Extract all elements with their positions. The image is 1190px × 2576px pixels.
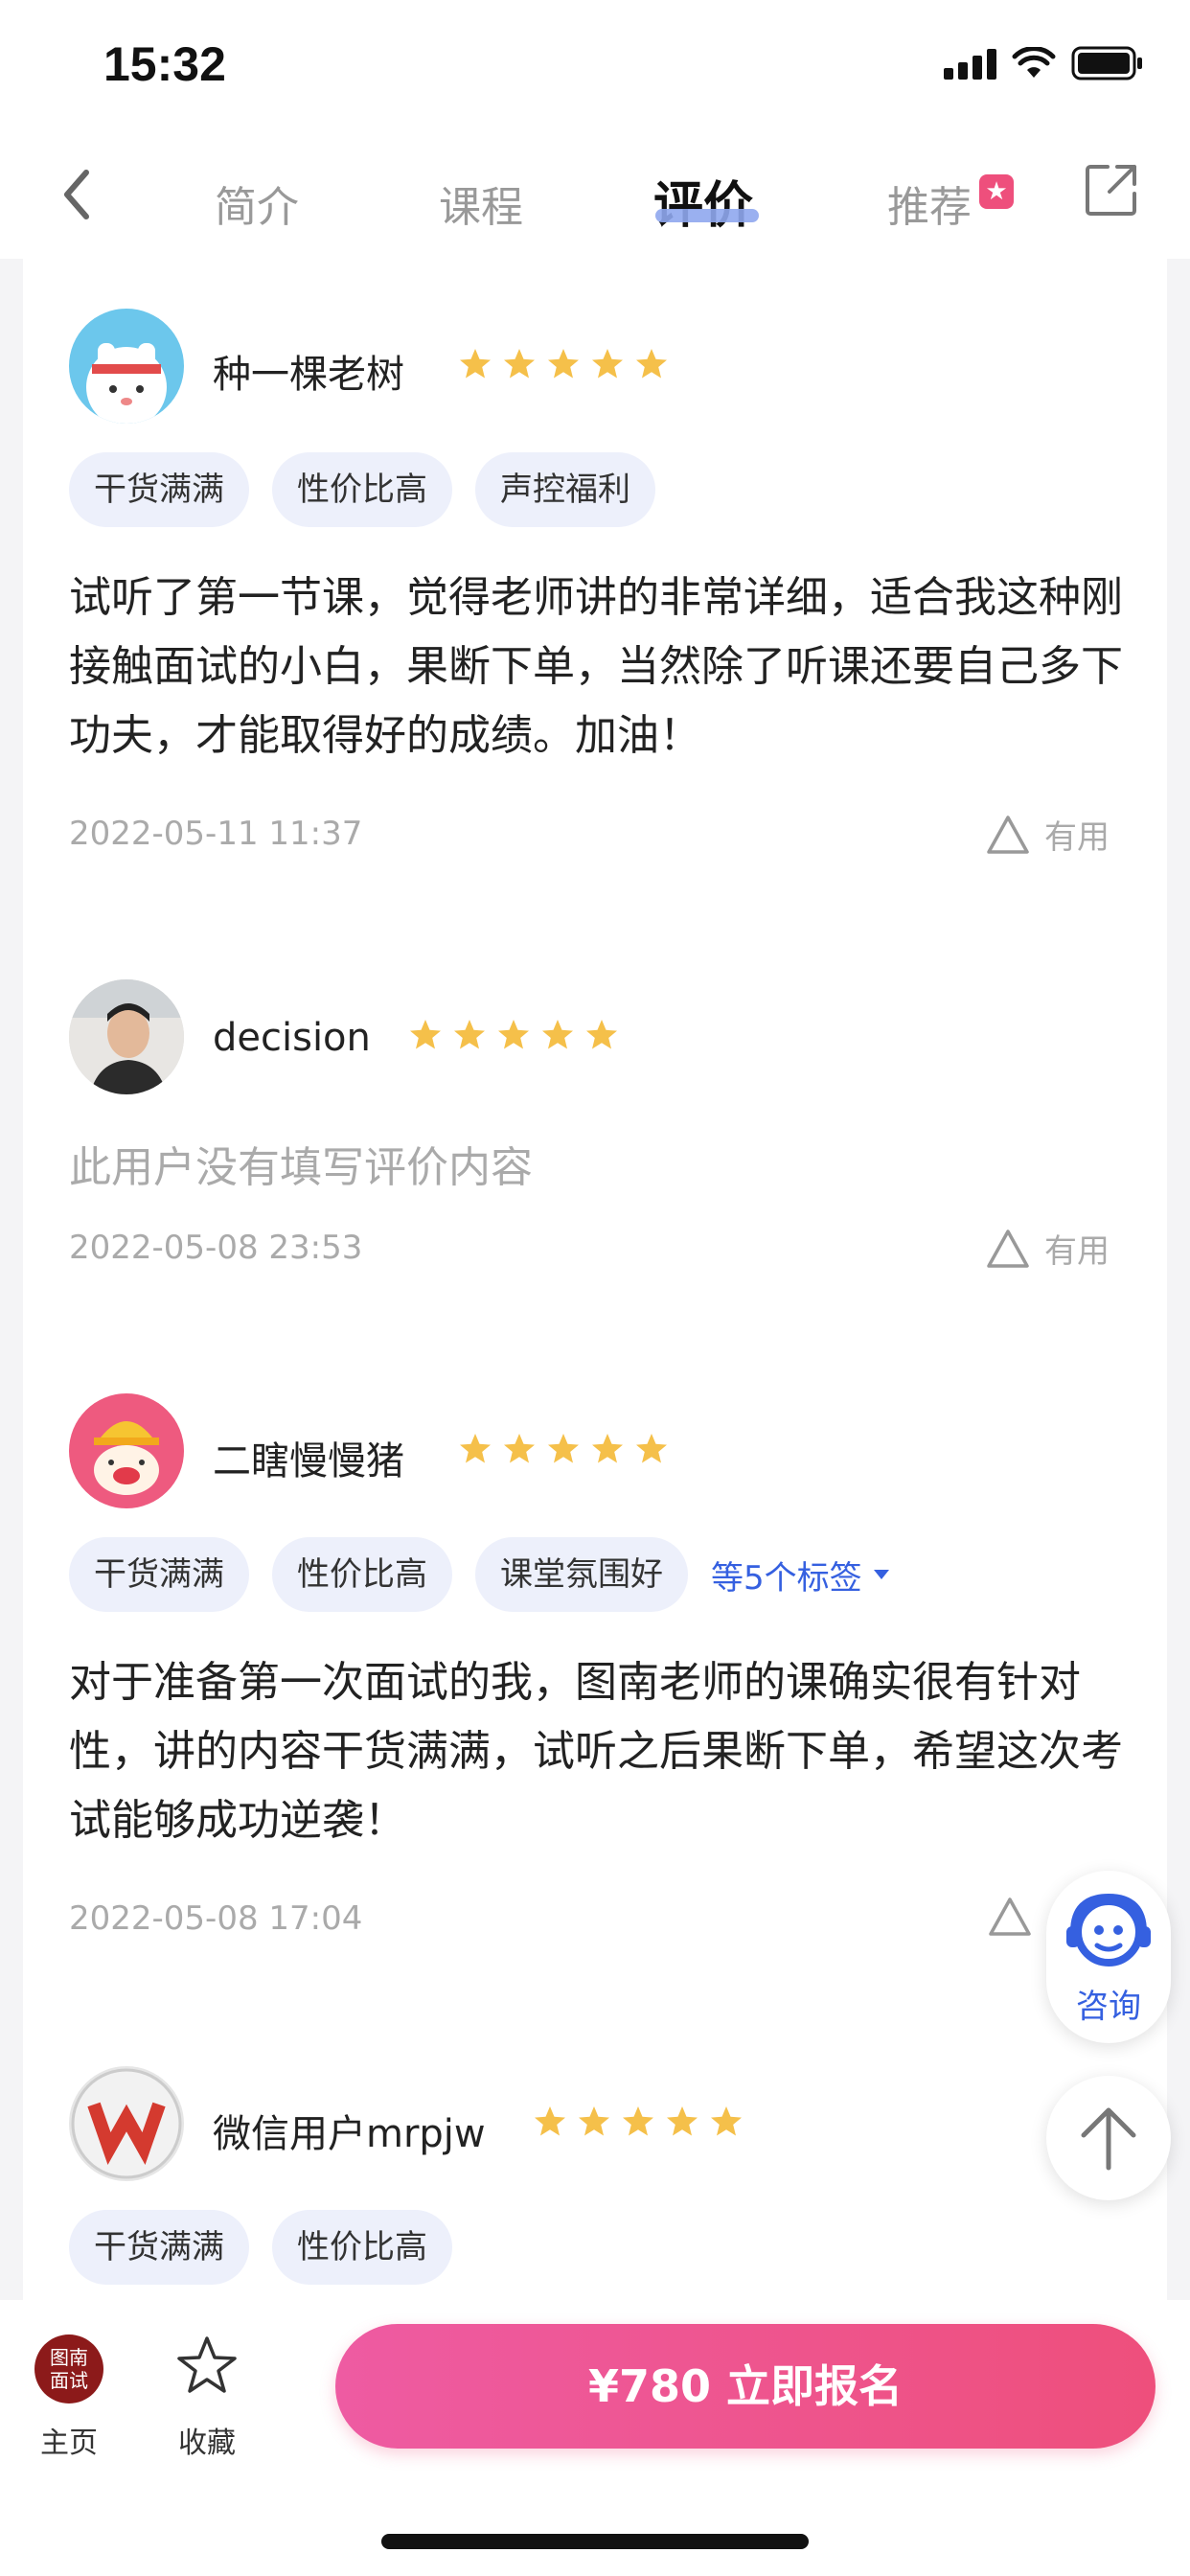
star-icon (667, 2106, 698, 2136)
avatar[interactable] (69, 309, 184, 424)
review-tags: 干货满满 性价比高 声控福利 (69, 452, 655, 527)
review-date: 2022-05-08 17:04 (69, 1899, 363, 1938)
caret-down-icon (873, 1570, 889, 1579)
avatar[interactable] (69, 979, 184, 1094)
review-date: 2022-05-11 11:37 (69, 815, 363, 853)
review-username: 二瞎慢慢猪 (213, 1439, 404, 1484)
star-icon (592, 1434, 623, 1463)
home-label[interactable]: 主页 (40, 2419, 98, 2461)
share-icon[interactable] (1083, 161, 1140, 218)
tab-intro[interactable]: 简介 (215, 172, 299, 234)
review-tag: 干货满满 (69, 2210, 249, 2285)
more-tags-label: 等5个标签 (711, 1558, 862, 1598)
review-empty-text: 此用户没有填写评价内容 (69, 1143, 533, 1192)
logo-line1: 图南 (50, 2346, 88, 2369)
review-tag: 性价比高 (272, 1537, 452, 1612)
review-tag: 性价比高 (272, 452, 452, 527)
useful-button[interactable]: 有用 (985, 1225, 1110, 1272)
status-time: 15:32 (103, 37, 226, 91)
status-bar: 15:32 (0, 0, 1190, 134)
consult-button[interactable]: 咨询 (1046, 1871, 1171, 2043)
useful-button[interactable]: 有用 (985, 811, 1110, 858)
recommend-badge-icon: ★ (979, 174, 1014, 209)
star-icon (535, 2106, 565, 2136)
tab-reviews[interactable]: 评价 (653, 165, 753, 237)
review-text: 试听了第一节课，觉得老师讲的非常详细，适合我这种刚接触面试的小白，果断下单，当然… (69, 573, 1123, 760)
review-tags: 干货满满 性价比高 课堂氛围好 等5个标签 (69, 1537, 891, 1612)
review-date: 2022-05-08 23:53 (69, 1229, 363, 1267)
star-icon (592, 349, 623, 379)
star-icon (586, 1020, 617, 1049)
star-icon (548, 1434, 579, 1463)
review-tag: 性价比高 (272, 2210, 452, 2285)
active-tab-indicator (655, 209, 759, 222)
home-logo-icon[interactable]: 图南 面试 (34, 2334, 103, 2404)
star-icon (636, 1434, 667, 1463)
reviews-list: 种一棵老树 干货满满 性价比高 声控福利 试听了第一节课，觉得老师讲的非常详细，… (23, 259, 1167, 2300)
wifi-icon (1012, 47, 1056, 78)
rating-stars (458, 347, 669, 381)
star-icon (548, 349, 579, 379)
review-tag: 干货满满 (69, 452, 249, 527)
review-username: 微信用户mrpjw (213, 2112, 486, 2156)
useful-icon (987, 1229, 1029, 1268)
review-text: 对于准备第一次面试的我，图南老师的课确实很有针对性，讲的内容干货满满，试听之后果… (69, 1658, 1123, 1845)
star-icon (460, 349, 491, 379)
star-icon (579, 2106, 609, 2136)
review-tag: 干货满满 (69, 1537, 249, 1612)
star-icon (410, 1020, 441, 1049)
logo-line2: 面试 (50, 2369, 88, 2392)
enroll-button[interactable]: ¥780 立即报名 (335, 2324, 1156, 2449)
battery-icon (1071, 46, 1142, 80)
back-to-top-button[interactable] (1046, 2076, 1171, 2200)
consult-label: 咨询 (1076, 1988, 1141, 2026)
useful-label: 有用 (1044, 1232, 1110, 1271)
review-username: decision (213, 1016, 371, 1060)
arrow-up-icon (1081, 2107, 1136, 2171)
star-icon (636, 349, 667, 379)
customer-service-icon (1066, 1893, 1151, 1966)
review-tags: 干货满满 性价比高 (69, 2210, 452, 2285)
star-icon (504, 1434, 535, 1463)
star-icon (504, 349, 535, 379)
star-icon (460, 1434, 491, 1463)
review-tag: 声控福利 (475, 452, 655, 527)
useful-label: 有用 (1044, 818, 1110, 857)
star-icon (498, 1020, 529, 1049)
star-icon[interactable] (176, 2334, 238, 2396)
star-icon (711, 2106, 742, 2136)
favorite-label[interactable]: 收藏 (178, 2419, 236, 2461)
rating-stars (458, 1432, 669, 1466)
status-icons (944, 44, 1144, 82)
tab-course[interactable]: 课程 (439, 172, 523, 234)
useful-button[interactable] (987, 1896, 1033, 1938)
cellular-signal-icon (944, 47, 996, 80)
useful-icon (989, 1898, 1031, 1936)
more-tags-button[interactable]: 等5个标签 (711, 1552, 891, 1598)
home-indicator (381, 2534, 809, 2549)
back-icon[interactable] (52, 161, 100, 228)
review-username: 种一棵老树 (213, 353, 404, 397)
review-tag: 课堂氛围好 (475, 1537, 688, 1612)
star-icon (454, 1020, 485, 1049)
rating-stars (533, 2104, 744, 2139)
tab-recommend[interactable]: 推荐 (887, 172, 972, 234)
useful-icon (987, 815, 1029, 854)
avatar[interactable] (69, 1393, 184, 1508)
star-icon (542, 1020, 573, 1049)
star-icon (623, 2106, 653, 2136)
avatar[interactable] (69, 2066, 184, 2181)
rating-stars (408, 1018, 619, 1052)
